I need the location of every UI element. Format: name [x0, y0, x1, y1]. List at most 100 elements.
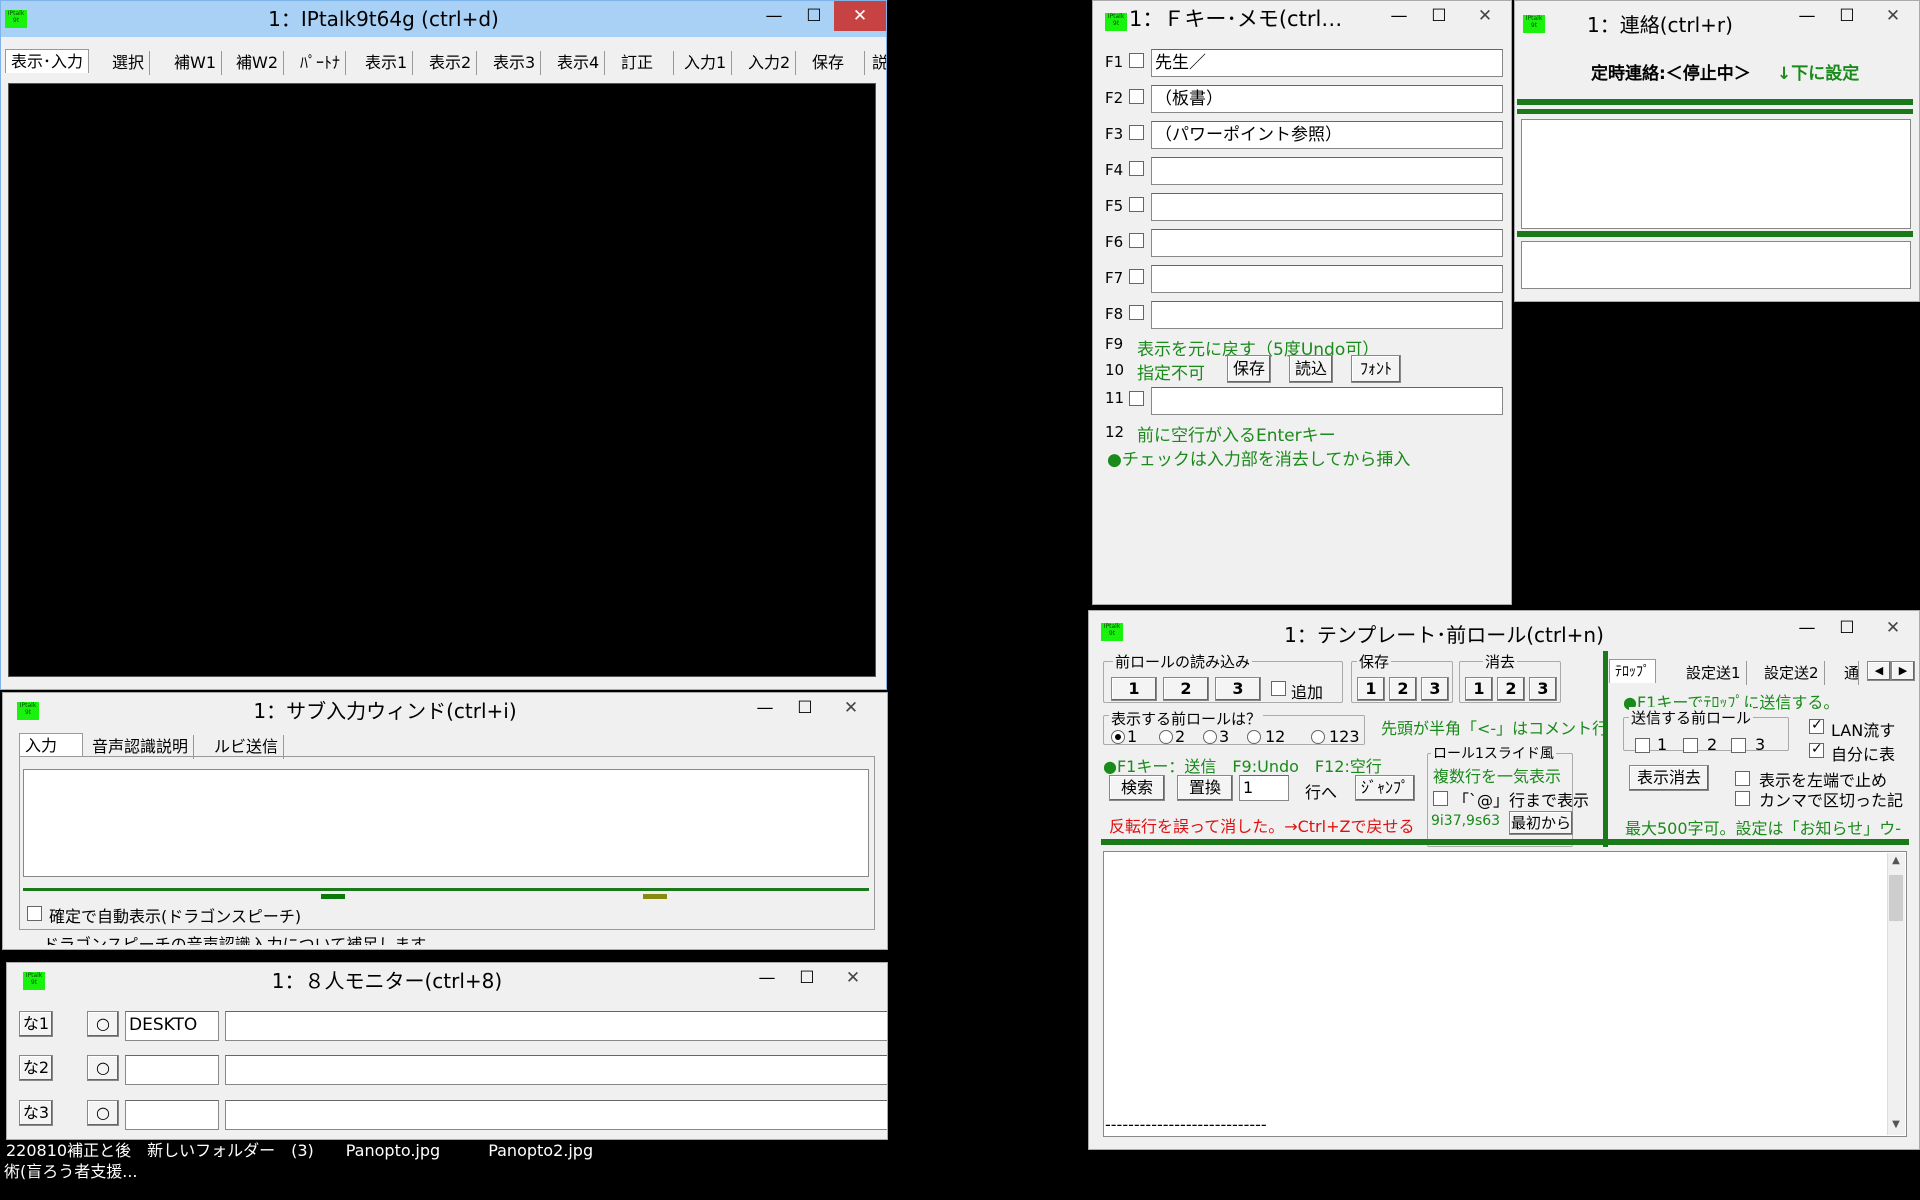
contact-log-area[interactable] [1521, 119, 1911, 229]
send-preroll-2-checkbox[interactable] [1683, 738, 1698, 753]
fkey-input-f11[interactable] [1151, 387, 1503, 415]
fkey-checkbox-f5[interactable] [1129, 197, 1144, 212]
tab-display-2[interactable]: 表示2 [424, 51, 478, 75]
template-titlebar[interactable]: IPtalk 9t 1：テンプレート･前ロール(ctrl+n) — ☐ ✕ [1089, 611, 1919, 647]
caption-display-area[interactable] [8, 83, 876, 677]
fkey-checkbox-f4[interactable] [1129, 161, 1144, 176]
display-radio-12[interactable] [1247, 730, 1261, 744]
maximize-icon[interactable]: ☐ [1827, 613, 1867, 643]
monitor-window[interactable]: IPtalk 9t 1：８人モニター(ctrl+8) — ☐ ✕ な1 ○ DESKT… [6, 962, 888, 1140]
minimize-icon[interactable]: — [747, 963, 787, 993]
close-icon[interactable]: ✕ [1459, 1, 1511, 31]
contact-titlebar[interactable]: IPtalk 9t 1：連絡(ctrl+r) — ☐ ✕ [1515, 1, 1919, 37]
monitor-row-1-name[interactable]: DESKTO [125, 1011, 219, 1041]
sub-input-textarea[interactable] [23, 769, 869, 877]
clear-display-button[interactable]: 表示消去 [1629, 765, 1709, 791]
monitor-row-2-text[interactable] [225, 1055, 887, 1085]
fkey-checkbox-f6[interactable] [1129, 233, 1144, 248]
comma-split-checkbox[interactable] [1735, 791, 1750, 806]
close-icon[interactable]: ✕ [834, 1, 886, 31]
fkey-input-f3[interactable]: （パワーポイント参照） [1151, 121, 1503, 149]
tab-aux-w2[interactable]: 補W2 [231, 51, 285, 75]
fkey-input-f6[interactable] [1151, 229, 1503, 257]
send-preroll-3-checkbox[interactable] [1731, 738, 1746, 753]
contact-input-area[interactable] [1521, 241, 1911, 289]
close-icon[interactable]: ✕ [1867, 1, 1919, 31]
tab-help[interactable]: 説明 [867, 51, 886, 75]
jump-button[interactable]: ｼﾞｬﾝﾌﾟ [1355, 775, 1415, 801]
sub-input-window[interactable]: IPtalk 9t 1：サブ入力ウィンド(ctrl+i) — ☐ ✕ 入力 音声認識説… [2, 692, 888, 950]
main-window[interactable]: IPtalk 9t 1：IPtalk9t64g (ctrl+d) — ☐ ✕ 表示･入… [0, 0, 887, 690]
maximize-icon[interactable]: ☐ [787, 963, 827, 993]
minimize-icon[interactable]: — [745, 693, 785, 723]
tab-save[interactable]: 保存 [807, 51, 865, 75]
fkey-save-button[interactable]: 保存 [1227, 355, 1271, 383]
tab-input-1[interactable]: 入力1 [679, 51, 733, 75]
fkey-checkbox-f11[interactable] [1129, 391, 1144, 406]
tab-aux-w1[interactable]: 補W1 [169, 51, 223, 75]
close-icon[interactable]: ✕ [1867, 613, 1919, 643]
fkey-checkbox-f1[interactable] [1129, 53, 1144, 68]
monitor-row-3-name[interactable] [125, 1100, 219, 1130]
clear-3-button[interactable]: 3 [1529, 677, 1557, 701]
preroll-add-checkbox[interactable] [1271, 681, 1286, 696]
tab-scroll-right-icon[interactable]: ▶ [1891, 661, 1915, 681]
tab-settings-send-1[interactable]: 設定送1 [1681, 661, 1747, 685]
minimize-icon[interactable]: — [1379, 1, 1419, 31]
line-number-input[interactable]: 1 [1239, 775, 1289, 801]
fkey-input-f1[interactable]: 先生／ [1151, 49, 1503, 77]
auto-display-checkbox[interactable] [27, 906, 42, 921]
save-2-button[interactable]: 2 [1389, 677, 1417, 701]
at-line-checkbox[interactable] [1433, 791, 1448, 806]
fkey-input-f7[interactable] [1151, 265, 1503, 293]
tab-display-4[interactable]: 表示4 [552, 51, 606, 75]
tab-scroll-left-icon[interactable]: ◀ [1867, 661, 1891, 681]
close-icon[interactable]: ✕ [825, 693, 877, 723]
from-start-button[interactable]: 最初から [1509, 811, 1573, 835]
fkey-load-button[interactable]: 読込 [1289, 355, 1333, 383]
tab-display-3[interactable]: 表示3 [488, 51, 542, 75]
preroll-load-2-button[interactable]: 2 [1163, 677, 1209, 701]
contact-window[interactable]: IPtalk 9t 1：連絡(ctrl+r) — ☐ ✕ 定時連絡:＜停止中＞ ↓下に… [1514, 0, 1920, 302]
clear-2-button[interactable]: 2 [1497, 677, 1525, 701]
template-window[interactable]: IPtalk 9t 1：テンプレート･前ロール(ctrl+n) — ☐ ✕ 前ロールの… [1088, 610, 1920, 1150]
search-button[interactable]: 検索 [1109, 775, 1165, 801]
clear-1-button[interactable]: 1 [1465, 677, 1493, 701]
fkey-checkbox-f2[interactable] [1129, 89, 1144, 104]
send-preroll-1-checkbox[interactable] [1635, 738, 1650, 753]
tab-partner[interactable]: ﾊﾟｰﾄﾅ [295, 51, 347, 75]
display-radio-3[interactable] [1203, 730, 1217, 744]
save-1-button[interactable]: 1 [1357, 677, 1385, 701]
fkey-checkbox-f8[interactable] [1129, 305, 1144, 320]
fkey-memo-window[interactable]: IPtalk 9t 1：Ｆキー･メモ(ctrl… — ☐ ✕ F1 先生／ F2 （板… [1092, 0, 1512, 605]
preroll-load-1-button[interactable]: 1 [1111, 677, 1157, 701]
monitor-row-3-status[interactable]: ○ [87, 1100, 119, 1126]
maximize-icon[interactable]: ☐ [794, 1, 834, 31]
self-display-checkbox[interactable] [1809, 741, 1824, 758]
sub-input-titlebar[interactable]: IPtalk 9t 1：サブ入力ウィンド(ctrl+i) — ☐ ✕ [3, 693, 887, 729]
fkey-titlebar[interactable]: IPtalk 9t 1：Ｆキー･メモ(ctrl… — ☐ ✕ [1093, 1, 1511, 37]
monitor-row-3-text[interactable] [225, 1100, 887, 1130]
close-icon[interactable]: ✕ [827, 963, 879, 993]
tab-display-input[interactable]: 表示･入力 [5, 49, 90, 73]
left-stop-checkbox[interactable] [1735, 771, 1750, 786]
tab-telop[interactable]: ﾃﾛｯﾌﾟ [1609, 659, 1656, 683]
monitor-row-2-name[interactable] [125, 1055, 219, 1085]
scroll-down-icon[interactable]: ▼ [1889, 1119, 1903, 1133]
tab-contact-more[interactable]: 通 [1839, 661, 1859, 685]
maximize-icon[interactable]: ☐ [1827, 1, 1867, 31]
tab-display-1[interactable]: 表示1 [360, 51, 414, 75]
maximize-icon[interactable]: ☐ [785, 693, 825, 723]
tab-settings-send-2[interactable]: 設定送2 [1759, 661, 1825, 685]
editor-scroll-thumb[interactable] [1889, 875, 1903, 921]
maximize-icon[interactable]: ☐ [1419, 1, 1459, 31]
monitor-titlebar[interactable]: IPtalk 9t 1：８人モニター(ctrl+8) — ☐ ✕ [7, 963, 887, 999]
fkey-input-f8[interactable] [1151, 301, 1503, 329]
fkey-font-button[interactable]: ﾌｫﾝﾄ [1351, 355, 1401, 383]
minimize-icon[interactable]: — [754, 1, 794, 31]
tab-input[interactable]: 入力 [19, 733, 83, 757]
template-editor[interactable] [1103, 851, 1907, 1137]
fkey-input-f2[interactable]: （板書） [1151, 85, 1503, 113]
fkey-checkbox-f3[interactable] [1129, 125, 1144, 140]
monitor-row-2-button[interactable]: な2 [19, 1055, 53, 1081]
